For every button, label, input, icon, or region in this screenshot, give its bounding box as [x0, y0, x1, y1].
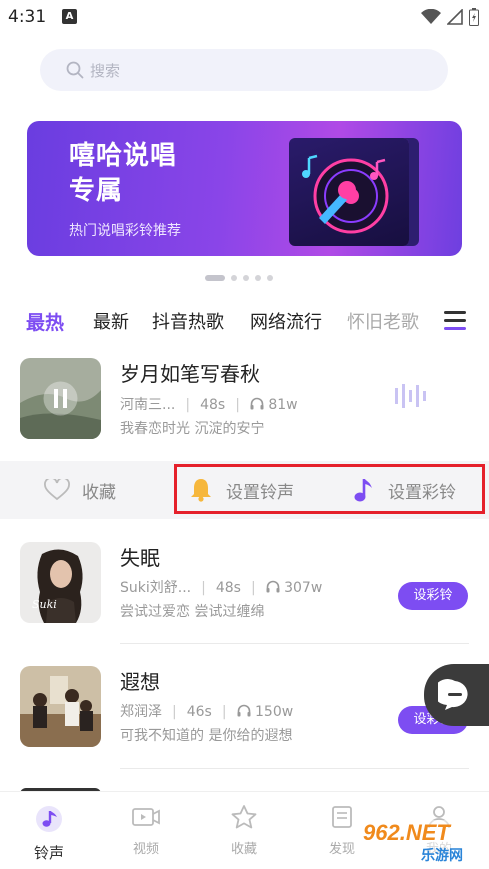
list-divider — [120, 643, 469, 644]
menu-icon[interactable] — [444, 311, 468, 333]
nav-video-label: 视频 — [132, 842, 159, 857]
favorite-label: 收藏 — [82, 482, 116, 503]
carousel-dot — [255, 275, 261, 281]
banner-title-line2: 专属 — [69, 176, 124, 206]
nav-video[interactable]: 视频 — [116, 804, 176, 857]
song-item[interactable]: Suki 失眠 Suki刘舒... | 48s | 307w 尝试过爱恋 尝试过缠绵 … — [0, 542, 489, 642]
video-icon — [132, 808, 160, 826]
search-bar[interactable]: 搜索 — [40, 49, 448, 91]
music-note-icon — [36, 806, 62, 832]
highlight-annotation-box — [174, 464, 485, 514]
pause-icon[interactable] — [43, 381, 78, 416]
tab-newest[interactable]: 最新 — [93, 308, 129, 334]
song-cover[interactable]: Suki — [20, 542, 101, 623]
carousel-indicator — [205, 275, 273, 281]
song-title: 失眠 — [120, 546, 160, 570]
notification-icon: A — [62, 9, 77, 24]
watermark-name: 乐游网 — [421, 848, 463, 864]
watermark-brand: 962.NET — [363, 820, 450, 845]
tab-hottest[interactable]: 最热 — [26, 308, 64, 335]
song-duration: 46s — [186, 704, 212, 720]
song-duration: 48s — [200, 397, 226, 413]
song-lyric: 尝试过爱恋 尝试过缠绵 — [120, 604, 265, 620]
cover-signature: Suki — [32, 598, 57, 611]
signal-icon — [447, 9, 463, 25]
song-artist: 郑润泽 — [120, 704, 162, 720]
wifi-icon — [421, 9, 441, 24]
search-placeholder: 搜索 — [90, 61, 121, 80]
chat-bubble-icon — [438, 679, 468, 710]
nav-favorites[interactable]: 收藏 — [214, 804, 274, 857]
song-meta: Suki刘舒... | 48s | 307w — [120, 580, 323, 596]
favorite-button[interactable]: 收藏 — [44, 461, 116, 519]
nav-ringtone[interactable]: 铃声 — [19, 804, 79, 863]
carousel-dot — [267, 275, 273, 281]
banner-title: 嘻哈说唱 专属 — [69, 139, 177, 209]
song-plays: 81w — [268, 397, 298, 413]
discover-icon — [332, 806, 352, 828]
heart-icon — [44, 479, 70, 501]
category-tabs: 最热 最新 抖音热歌 网络流行 怀旧老歌 — [0, 303, 489, 339]
nav-favorites-label: 收藏 — [230, 842, 257, 857]
carousel-dot-active — [205, 275, 225, 281]
battery-icon — [469, 8, 479, 26]
carousel-dot — [231, 275, 237, 281]
song-plays: 307w — [284, 580, 323, 596]
vinyl-microphone-artwork — [289, 138, 409, 246]
status-bar: 4:31 A — [0, 0, 489, 34]
song-title: 岁月如笔写春秋 — [120, 362, 260, 386]
nav-ringtone-label: 铃声 — [33, 844, 64, 862]
headphones-icon — [250, 397, 264, 410]
status-time: 4:31 — [8, 7, 47, 27]
song-lyric: 我春恋时光 沉淀的安宁 — [120, 421, 265, 437]
song-duration: 48s — [215, 580, 241, 596]
headphones-icon — [266, 580, 280, 593]
song-meta: 河南三... | 48s | 81w — [120, 397, 298, 413]
star-icon — [231, 805, 257, 829]
song-meta: 郑润泽 | 46s | 150w — [120, 704, 294, 720]
list-divider — [120, 768, 469, 769]
song-lyric: 可我不知道的 是你给的遐想 — [120, 728, 293, 744]
song-title: 遐想 — [120, 670, 160, 694]
chat-float-button[interactable] — [424, 664, 489, 726]
site-watermark: 962.NET 乐游网 — [357, 816, 485, 866]
song-artist: 河南三... — [120, 397, 176, 413]
song-cover[interactable] — [20, 666, 101, 747]
set-crbt-button[interactable]: 设彩铃 — [398, 582, 468, 610]
promo-banner[interactable]: 嘻哈说唱 专属 热门说唱彩铃推荐 — [27, 121, 462, 256]
song-cover[interactable] — [20, 358, 101, 439]
tab-internet-popular[interactable]: 网络流行 — [250, 308, 322, 334]
tab-douyin-hits[interactable]: 抖音热歌 — [152, 308, 224, 334]
banner-title-line1: 嘻哈说唱 — [69, 141, 178, 171]
carousel-dot — [243, 275, 249, 281]
vinyl-record-icon — [302, 154, 389, 234]
song-artist: Suki刘舒... — [120, 580, 192, 596]
song-item[interactable]: 遐想 郑润泽 | 46s | 150w 可我不知道的 是你给的遐想 设彩铃 — [0, 666, 489, 766]
song-plays: 150w — [255, 704, 294, 720]
headphones-icon — [237, 704, 251, 717]
banner-subtitle: 热门说唱彩铃推荐 — [69, 223, 181, 239]
sound-wave-icon — [395, 384, 426, 408]
search-icon — [66, 61, 84, 79]
tab-oldies[interactable]: 怀旧老歌 — [347, 308, 419, 334]
song-item[interactable]: 岁月如笔写春秋 河南三... | 48s | 81w 我春恋时光 沉淀的安宁 — [0, 358, 489, 458]
